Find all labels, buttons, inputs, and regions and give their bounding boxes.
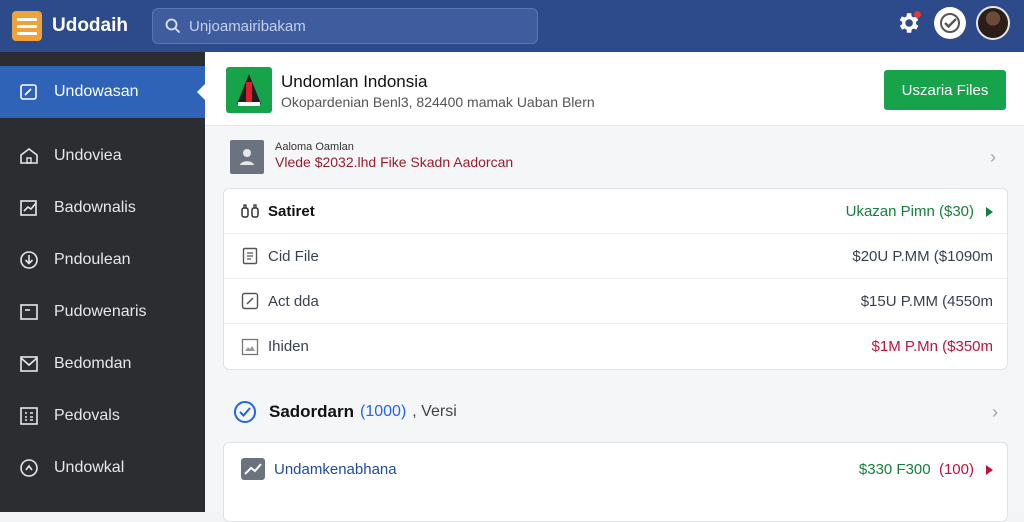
chevron-right-icon: › bbox=[992, 401, 998, 422]
download-circle-icon bbox=[18, 249, 40, 271]
main-content: Undomlan Indonsia Okopardenian Benl3, 82… bbox=[205, 52, 1024, 522]
window-icon bbox=[18, 301, 40, 323]
section-title: Sadordarn bbox=[269, 402, 355, 421]
chevron-right-icon: › bbox=[990, 146, 996, 167]
chart-box-icon bbox=[18, 197, 40, 219]
hamburger-menu-icon[interactable] bbox=[12, 11, 42, 41]
sidebar-item-undowkal[interactable]: Undowkal bbox=[0, 442, 205, 494]
notification-dot bbox=[914, 11, 921, 18]
search-box[interactable] bbox=[152, 8, 538, 44]
sidebar-item-bedomdan[interactable]: Bedomdan bbox=[0, 338, 205, 390]
check-status-icon[interactable] bbox=[934, 7, 966, 39]
sidebar-item-undowasan[interactable]: Undowasan bbox=[0, 66, 205, 118]
row-label: Cid File bbox=[268, 247, 319, 265]
section-header[interactable]: Sadordarn (1000) , Versi › bbox=[223, 389, 1008, 435]
details-header-row[interactable]: Satiret Ukazan Pimn ($30) bbox=[224, 189, 1007, 234]
file-notice[interactable]: Aaloma Oamlan Vlede $2032.lhd Fike Skadn… bbox=[223, 132, 1006, 182]
sidebar-item-label: Pedovals bbox=[54, 407, 120, 424]
home-icon bbox=[18, 145, 40, 167]
check-circle-icon bbox=[234, 401, 256, 423]
user-avatar[interactable] bbox=[976, 6, 1010, 40]
bottom-card: Undamkenabhana $330 F300 (100) bbox=[223, 442, 1008, 522]
app-logo bbox=[226, 67, 272, 113]
settings-gear-icon[interactable] bbox=[892, 7, 924, 39]
edit-box-icon bbox=[18, 81, 40, 103]
row-value: $20U P.MM ($1090m bbox=[852, 247, 993, 265]
details-title: Satiret bbox=[268, 202, 315, 220]
arrow-right-icon bbox=[986, 206, 993, 217]
notice-heading: Aaloma Oamlan bbox=[275, 141, 354, 153]
sidebar-item-label: Undowasan bbox=[54, 83, 139, 100]
bottom-value: $330 F300 (100) bbox=[859, 461, 993, 478]
table-row[interactable]: Act dda $15U P.MM (4550m bbox=[224, 279, 1007, 324]
sidebar-item-undoviea[interactable]: Undoviea bbox=[0, 130, 205, 182]
row-label: Act dda bbox=[268, 292, 319, 310]
app-header: Undomlan Indonsia Okopardenian Benl3, 82… bbox=[205, 52, 1024, 126]
table-row[interactable]: Cid File $20U P.MM ($1090m bbox=[224, 234, 1007, 279]
clock-icon bbox=[18, 457, 40, 479]
row-value: $1M P.Mn ($350m bbox=[871, 338, 993, 355]
sidebar-item-label: Undoviea bbox=[54, 147, 122, 164]
list-item[interactable]: Undamkenabhana $330 F300 (100) bbox=[224, 443, 1007, 495]
brand-name: Udodaih bbox=[52, 15, 128, 36]
files-button[interactable]: Uszaria Files bbox=[884, 70, 1006, 110]
arrow-right-icon bbox=[986, 464, 993, 475]
sidebar-item-label: Badownalis bbox=[54, 199, 136, 216]
image-icon bbox=[240, 337, 260, 357]
user-document-icon bbox=[230, 140, 264, 174]
grid-icon bbox=[18, 405, 40, 427]
binoculars-icon bbox=[240, 201, 260, 221]
top-bar: Udodaih bbox=[0, 0, 1024, 52]
document-icon bbox=[240, 246, 260, 266]
details-header-value: Ukazan Pimn ($30) bbox=[846, 203, 993, 220]
sidebar-item-label: Undowkal bbox=[54, 459, 125, 476]
table-row[interactable]: Ihiden $1M P.Mn ($350m bbox=[224, 324, 1007, 369]
row-label: Ihiden bbox=[268, 338, 309, 355]
sidebar-item-pndoulean[interactable]: Pndoulean bbox=[0, 234, 205, 286]
sidebar-item-badownalis[interactable]: Badownalis bbox=[0, 182, 205, 234]
sidebar-item-pedovals[interactable]: Pedovals bbox=[0, 390, 205, 442]
details-card: Satiret Ukazan Pimn ($30) Cid File $20U … bbox=[223, 188, 1008, 370]
sidebar-item-label: Bedomdan bbox=[54, 355, 132, 372]
sidebar-item-label: Pudowenaris bbox=[54, 303, 147, 320]
section-count: (1000) bbox=[360, 403, 407, 420]
section-suffix: , Versi bbox=[412, 403, 457, 420]
app-title: Undomlan Indonsia bbox=[281, 72, 428, 91]
sidebar: Undowasan Undoviea Badownalis Pndoulean … bbox=[0, 52, 205, 512]
notice-text: Vlede $2032.lhd Fike Skadn Aadorcan bbox=[275, 154, 514, 170]
app-subtitle: Okopardenian Benl3, 824400 mamak Uaban B… bbox=[281, 94, 595, 110]
bottom-label: Undamkenabhana bbox=[274, 460, 397, 478]
mail-icon bbox=[18, 353, 40, 375]
search-icon bbox=[165, 18, 181, 34]
pencil-box-icon bbox=[240, 291, 260, 311]
sidebar-item-label: Pndoulean bbox=[54, 251, 131, 268]
sidebar-item-pudowenaris[interactable]: Pudowenaris bbox=[0, 286, 205, 338]
trending-icon bbox=[240, 456, 266, 482]
search-input[interactable] bbox=[189, 17, 509, 35]
row-value: $15U P.MM (4550m bbox=[860, 292, 993, 310]
